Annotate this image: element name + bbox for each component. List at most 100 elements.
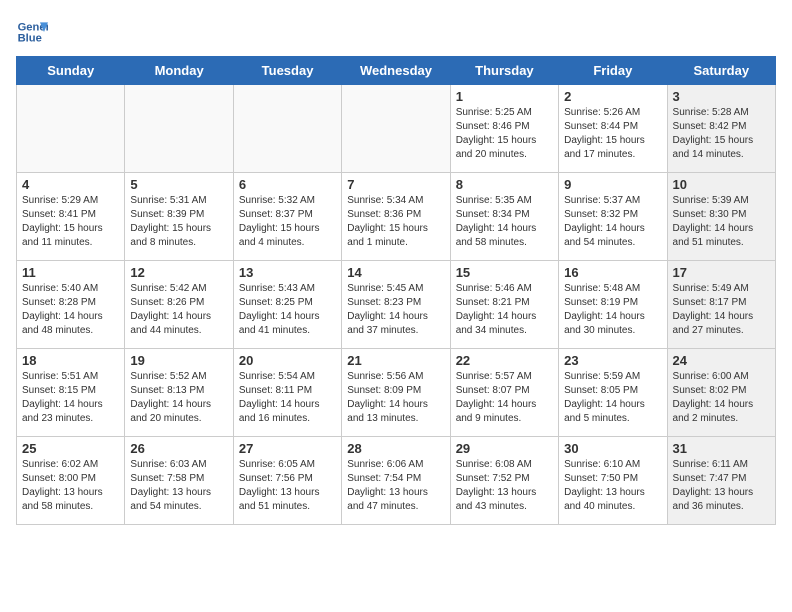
calendar-cell-29: 29Sunrise: 6:08 AM Sunset: 7:52 PM Dayli…	[450, 437, 558, 525]
day-number: 10	[673, 177, 770, 192]
day-number: 27	[239, 441, 336, 456]
day-number: 14	[347, 265, 444, 280]
calendar-cell-7: 7 Sunrise: 5:34 AM Sunset: 8:36 PM Daylig…	[342, 173, 450, 261]
calendar-cell-8: 8Sunrise: 5:35 AM Sunset: 8:34 PM Daylig…	[450, 173, 558, 261]
calendar-cell-empty-1	[125, 85, 233, 173]
cell-info: Sunrise: 6:08 AM Sunset: 7:52 PM Dayligh…	[456, 458, 553, 514]
day-number: 24	[673, 353, 770, 368]
day-number: 26	[130, 441, 227, 456]
calendar-cell-12: 12 Sunrise: 5:42 AM Sunset: 8:26 PM Dayli…	[125, 261, 233, 349]
page-header: General Blue	[16, 16, 776, 48]
day-number: 31	[673, 441, 770, 456]
calendar-cell-11: 11 Sunrise: 5:40 AM Sunset: 8:28 PM Dayli…	[17, 261, 125, 349]
calendar-cell-1: 1 Sunrise: 5:25 AM Sunset: 8:46 PM Daylig…	[450, 85, 558, 173]
day-header-friday: Friday	[559, 57, 667, 85]
cell-info: Sunrise: 5:52 AM Sunset: 8:13 PM Dayligh…	[130, 370, 227, 426]
calendar-cell-28: 28Sunrise: 6:06 AM Sunset: 7:54 PM Dayli…	[342, 437, 450, 525]
calendar-cell-6: 6 Sunrise: 5:32 AM Sunset: 8:37 PM Daylig…	[233, 173, 341, 261]
calendar-cell-3: 3 Sunrise: 5:28 AM Sunset: 8:42 PM Daylig…	[667, 85, 775, 173]
cell-info: Sunrise: 5:57 AM Sunset: 8:07 PM Dayligh…	[456, 370, 553, 426]
calendar-cell-empty-2	[233, 85, 341, 173]
logo: General Blue	[16, 16, 48, 48]
calendar-cell-5: 5 Sunrise: 5:31 AM Sunset: 8:39 PM Daylig…	[125, 173, 233, 261]
day-header-monday: Monday	[125, 57, 233, 85]
calendar-cell-14: 14 Sunrise: 5:45 AM Sunset: 8:23 PM Dayli…	[342, 261, 450, 349]
day-number: 7	[347, 177, 444, 192]
day-number: 5	[130, 177, 227, 192]
calendar-header-row: SundayMondayTuesdayWednesdayThursdayFrid…	[17, 57, 776, 85]
cell-info: Sunrise: 6:03 AM Sunset: 7:58 PM Dayligh…	[130, 458, 227, 514]
day-number: 25	[22, 441, 119, 456]
day-number: 19	[130, 353, 227, 368]
cell-info: Sunrise: 5:39 AM Sunset: 8:30 PM Dayligh…	[673, 194, 770, 250]
calendar-cell-24: 24 Sunrise: 6:00 AM Sunset: 8:02 PM Dayli…	[667, 349, 775, 437]
calendar-cell-2: 2 Sunrise: 5:26 AM Sunset: 8:44 PM Daylig…	[559, 85, 667, 173]
calendar-cell-30: 30 Sunrise: 6:10 AM Sunset: 7:50 PM Dayli…	[559, 437, 667, 525]
cell-info: Sunrise: 5:31 AM Sunset: 8:39 PM Dayligh…	[130, 194, 227, 250]
day-number: 30	[564, 441, 661, 456]
day-number: 20	[239, 353, 336, 368]
day-header-sunday: Sunday	[17, 57, 125, 85]
cell-info: Sunrise: 6:00 AM Sunset: 8:02 PM Dayligh…	[673, 370, 770, 426]
calendar-cell-27: 27 Sunrise: 6:05 AM Sunset: 7:56 PM Dayli…	[233, 437, 341, 525]
calendar-cell-9: 9Sunrise: 5:37 AM Sunset: 8:32 PM Daylig…	[559, 173, 667, 261]
calendar-cell-empty-3	[342, 85, 450, 173]
cell-info: Sunrise: 5:34 AM Sunset: 8:36 PM Dayligh…	[347, 194, 444, 250]
day-number: 23	[564, 353, 661, 368]
cell-info: Sunrise: 6:11 AM Sunset: 7:47 PM Dayligh…	[673, 458, 770, 514]
day-number: 4	[22, 177, 119, 192]
cell-info: Sunrise: 5:28 AM Sunset: 8:42 PM Dayligh…	[673, 106, 770, 162]
calendar-cell-16: 16Sunrise: 5:48 AM Sunset: 8:19 PM Dayli…	[559, 261, 667, 349]
calendar-cell-19: 19 Sunrise: 5:52 AM Sunset: 8:13 PM Dayli…	[125, 349, 233, 437]
day-number: 12	[130, 265, 227, 280]
calendar-week-1: 1 Sunrise: 5:25 AM Sunset: 8:46 PM Daylig…	[17, 85, 776, 173]
cell-info: Sunrise: 5:54 AM Sunset: 8:11 PM Dayligh…	[239, 370, 336, 426]
day-number: 1	[456, 89, 553, 104]
calendar-table: SundayMondayTuesdayWednesdayThursdayFrid…	[16, 56, 776, 525]
calendar-week-5: 25 Sunrise: 6:02 AM Sunset: 8:00 PM Dayli…	[17, 437, 776, 525]
day-number: 21	[347, 353, 444, 368]
cell-info: Sunrise: 5:32 AM Sunset: 8:37 PM Dayligh…	[239, 194, 336, 250]
calendar-cell-17: 17 Sunrise: 5:49 AM Sunset: 8:17 PM Dayli…	[667, 261, 775, 349]
cell-info: Sunrise: 6:10 AM Sunset: 7:50 PM Dayligh…	[564, 458, 661, 514]
day-number: 17	[673, 265, 770, 280]
calendar-cell-23: 23 Sunrise: 5:59 AM Sunset: 8:05 PM Dayli…	[559, 349, 667, 437]
cell-info: Sunrise: 5:26 AM Sunset: 8:44 PM Dayligh…	[564, 106, 661, 162]
calendar-cell-10: 10 Sunrise: 5:39 AM Sunset: 8:30 PM Dayli…	[667, 173, 775, 261]
cell-info: Sunrise: 6:05 AM Sunset: 7:56 PM Dayligh…	[239, 458, 336, 514]
calendar-cell-18: 18Sunrise: 5:51 AM Sunset: 8:15 PM Dayli…	[17, 349, 125, 437]
cell-info: Sunrise: 5:59 AM Sunset: 8:05 PM Dayligh…	[564, 370, 661, 426]
day-number: 18	[22, 353, 119, 368]
logo-icon: General Blue	[16, 16, 48, 48]
day-header-tuesday: Tuesday	[233, 57, 341, 85]
calendar-cell-26: 26 Sunrise: 6:03 AM Sunset: 7:58 PM Dayli…	[125, 437, 233, 525]
cell-info: Sunrise: 6:06 AM Sunset: 7:54 PM Dayligh…	[347, 458, 444, 514]
day-header-saturday: Saturday	[667, 57, 775, 85]
cell-info: Sunrise: 5:35 AM Sunset: 8:34 PM Dayligh…	[456, 194, 553, 250]
svg-text:Blue: Blue	[18, 33, 42, 45]
day-number: 11	[22, 265, 119, 280]
calendar-cell-4: 4Sunrise: 5:29 AM Sunset: 8:41 PM Daylig…	[17, 173, 125, 261]
calendar-cell-20: 20 Sunrise: 5:54 AM Sunset: 8:11 PM Dayli…	[233, 349, 341, 437]
day-number: 3	[673, 89, 770, 104]
calendar-cell-22: 22Sunrise: 5:57 AM Sunset: 8:07 PM Dayli…	[450, 349, 558, 437]
cell-info: Sunrise: 5:43 AM Sunset: 8:25 PM Dayligh…	[239, 282, 336, 338]
cell-info: Sunrise: 5:45 AM Sunset: 8:23 PM Dayligh…	[347, 282, 444, 338]
cell-info: Sunrise: 6:02 AM Sunset: 8:00 PM Dayligh…	[22, 458, 119, 514]
day-number: 2	[564, 89, 661, 104]
day-number: 15	[456, 265, 553, 280]
cell-info: Sunrise: 5:48 AM Sunset: 8:19 PM Dayligh…	[564, 282, 661, 338]
calendar-cell-15: 15Sunrise: 5:46 AM Sunset: 8:21 PM Dayli…	[450, 261, 558, 349]
calendar-cell-21: 21 Sunrise: 5:56 AM Sunset: 8:09 PM Dayli…	[342, 349, 450, 437]
calendar-cell-25: 25 Sunrise: 6:02 AM Sunset: 8:00 PM Dayli…	[17, 437, 125, 525]
calendar-cell-31: 31 Sunrise: 6:11 AM Sunset: 7:47 PM Dayli…	[667, 437, 775, 525]
day-number: 9	[564, 177, 661, 192]
cell-info: Sunrise: 5:25 AM Sunset: 8:46 PM Dayligh…	[456, 106, 553, 162]
cell-info: Sunrise: 5:40 AM Sunset: 8:28 PM Dayligh…	[22, 282, 119, 338]
cell-info: Sunrise: 5:42 AM Sunset: 8:26 PM Dayligh…	[130, 282, 227, 338]
day-number: 6	[239, 177, 336, 192]
cell-info: Sunrise: 5:56 AM Sunset: 8:09 PM Dayligh…	[347, 370, 444, 426]
cell-info: Sunrise: 5:49 AM Sunset: 8:17 PM Dayligh…	[673, 282, 770, 338]
calendar-cell-13: 13Sunrise: 5:43 AM Sunset: 8:25 PM Dayli…	[233, 261, 341, 349]
calendar-week-3: 11 Sunrise: 5:40 AM Sunset: 8:28 PM Dayli…	[17, 261, 776, 349]
